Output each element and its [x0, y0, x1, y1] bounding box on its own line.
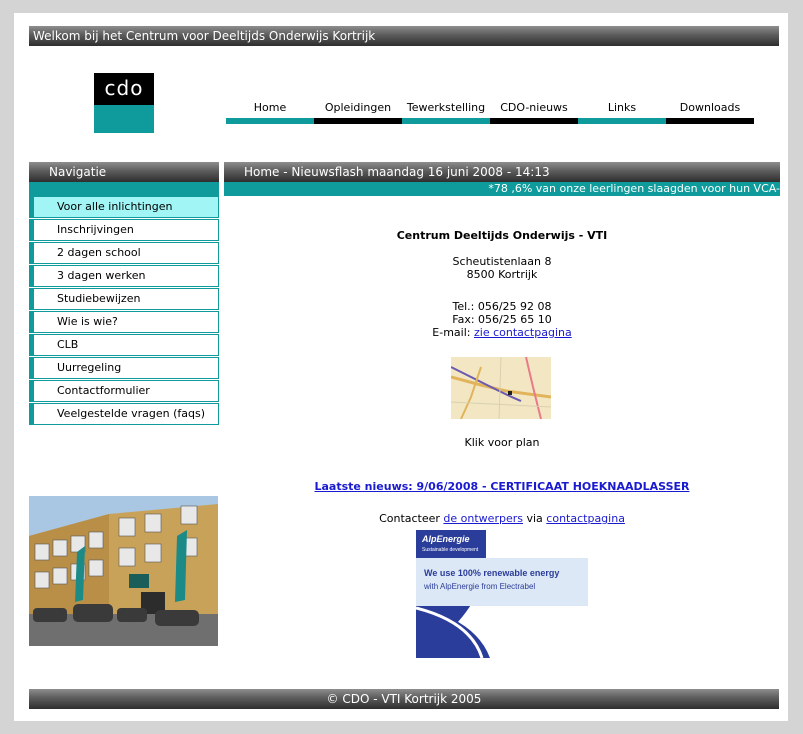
sidebar-teal-strip [29, 182, 219, 196]
sidebar-item-faqs[interactable]: Veelgestelde vragen (faqs) [29, 403, 219, 425]
logo-teal-block [94, 105, 154, 133]
fax-number: Fax: 056/25 65 10 [452, 313, 552, 326]
address-street: Scheutistenlaan 8 [452, 255, 552, 268]
nav-downloads[interactable]: Downloads [666, 97, 754, 124]
nav-cdo-nieuws[interactable]: CDO-nieuws [490, 97, 578, 124]
contact-mid: via [526, 512, 543, 525]
sidebar-item-wie-is-wie[interactable]: Wie is wie? [29, 311, 219, 333]
sidebar-item-inschrijvingen[interactable]: Inschrijvingen [29, 219, 219, 241]
contact-page-link[interactable]: contactpagina [546, 512, 625, 525]
cdo-logo[interactable]: cdo [94, 73, 154, 133]
latest-news-link[interactable]: Laatste nieuws: 9/06/2008 - CERTIFICAAT … [314, 480, 689, 493]
org-name: Centrum Deeltijds Onderwijs - VTI [396, 229, 608, 242]
banner-line1: We use 100% renewable energy [424, 568, 559, 578]
nav-tewerkstelling[interactable]: Tewerkstelling [402, 97, 490, 124]
main-title-bar: Home - Nieuwsflash maandag 16 juni 2008 … [224, 162, 780, 182]
news-ticker-text: *78 ,6% van onze leerlingen slaagden voo… [488, 182, 780, 195]
banner-tagline: Sustainable development [422, 547, 479, 553]
school-building-photo [29, 496, 218, 646]
footer-bar: © CDO - VTI Kortrijk 2005 [29, 689, 779, 709]
contact-prefix: Contacteer [379, 512, 440, 525]
email-line: E-mail: zie contactpagina [224, 326, 780, 339]
welcome-text: Welkom bij het Centrum voor Deeltijds On… [33, 29, 376, 43]
sidebar-item-2-dagen-school[interactable]: 2 dagen school [29, 242, 219, 264]
sidebar-item-3-dagen-werken[interactable]: 3 dagen werken [29, 265, 219, 287]
welcome-bar: Welkom bij het Centrum voor Deeltijds On… [29, 26, 779, 46]
banner-line2: with AlpEnergie from Electrabel [423, 582, 535, 591]
nav-opleidingen[interactable]: Opleidingen [314, 97, 402, 124]
map-caption: Klik voor plan [464, 436, 540, 449]
news-line: Laatste nieuws: 9/06/2008 - CERTIFICAAT … [224, 480, 780, 493]
sidebar-item-contactformulier[interactable]: Contactformulier [29, 380, 219, 402]
banner-brand: AlpEnergie [421, 534, 470, 544]
footer-text: © CDO - VTI Kortrijk 2005 [326, 692, 482, 706]
address-city: 8500 Kortrijk [466, 268, 538, 281]
logo-text: cdo [104, 76, 144, 100]
designers-link[interactable]: de ontwerpers [443, 512, 523, 525]
main-title: Home - Nieuwsflash maandag 16 juni 2008 … [244, 165, 550, 179]
nav-home[interactable]: Home [226, 97, 314, 124]
sidebar-item-inlichtingen[interactable]: Voor alle inlichtingen [29, 196, 219, 218]
map-thumbnail[interactable] [451, 357, 551, 419]
nav-links[interactable]: Links [578, 97, 666, 124]
sidebar-menu: Voor alle inlichtingen Inschrijvingen 2 … [29, 196, 219, 426]
sidebar-item-studiebewijzen[interactable]: Studiebewijzen [29, 288, 219, 310]
news-ticker: *78 ,6% van onze leerlingen slaagden voo… [224, 182, 780, 196]
email-contact-link[interactable]: zie contactpagina [474, 326, 572, 339]
sidebar-item-clb[interactable]: CLB [29, 334, 219, 356]
sidebar-title: Navigatie [29, 162, 219, 182]
sidebar-title-text: Navigatie [49, 165, 107, 179]
contact-line: Contacteer de ontwerpers via contactpagi… [224, 512, 780, 525]
phone-number: Tel.: 056/25 92 08 [452, 300, 552, 313]
sidebar-item-uurregeling[interactable]: Uurregeling [29, 357, 219, 379]
email-label: E-mail: [432, 326, 471, 339]
page: Welkom bij het Centrum voor Deeltijds On… [14, 13, 788, 721]
alpenergie-banner[interactable]: AlpEnergie Sustainable development We us… [416, 530, 588, 658]
top-navigation: Home Opleidingen Tewerkstelling CDO-nieu… [226, 97, 754, 124]
